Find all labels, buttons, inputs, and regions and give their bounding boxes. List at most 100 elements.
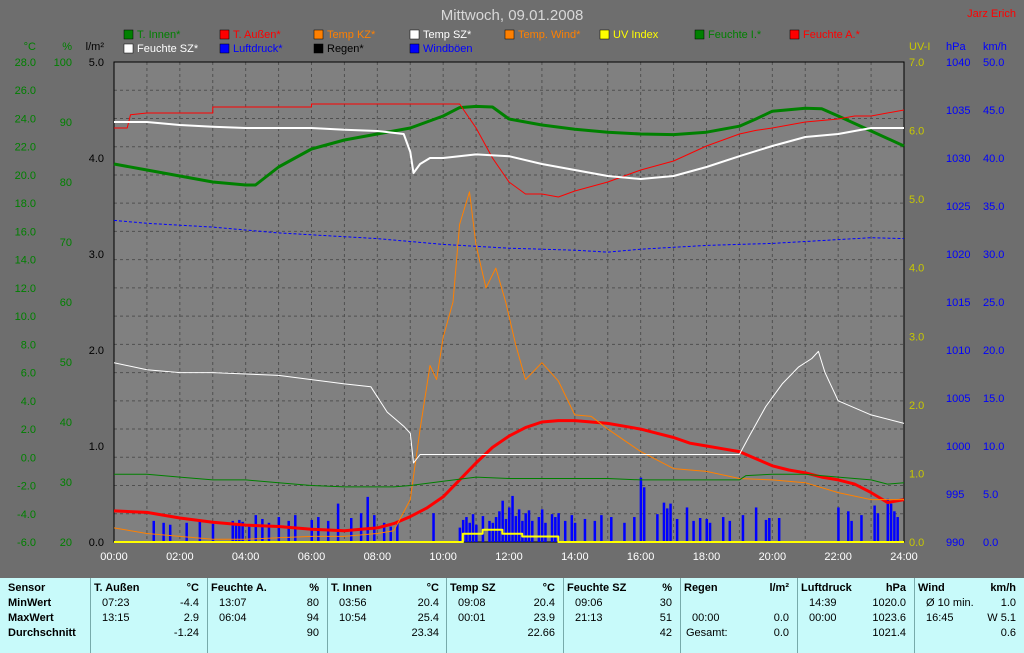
- wind-gust-bar: [685, 507, 689, 542]
- axis-tick-label: 45.0: [983, 105, 1004, 117]
- axis-tick-label: 15.0: [983, 393, 1004, 405]
- legend-label: Temp. Wind*: [518, 29, 581, 41]
- axis-tick-label: 1.0: [89, 441, 104, 453]
- wind-gust-bar: [777, 518, 781, 542]
- axis-tick-label: 10.0: [15, 311, 36, 323]
- wind-gust-bar: [511, 495, 514, 542]
- wind-gust-bar: [432, 513, 435, 542]
- wind-gust-bar: [593, 520, 597, 542]
- wind-gust-bar: [886, 498, 890, 542]
- wind-gust-bar: [639, 477, 643, 542]
- axis-tick-label: 4.0: [89, 153, 104, 165]
- axis-unit: km/h: [983, 41, 1007, 53]
- wind-gust-bar: [570, 515, 574, 542]
- axis-tick-label: 60: [60, 297, 72, 309]
- axis-tick-label: 100: [54, 57, 72, 69]
- wind-gust-bar: [458, 527, 462, 542]
- axis-tick-label: 2.0: [909, 400, 924, 412]
- legend-label: Regen*: [327, 43, 364, 55]
- wind-gust-bar: [488, 520, 491, 542]
- wind-gust-bar: [504, 518, 508, 542]
- axis-tick-label: 25.0: [983, 297, 1004, 309]
- axis-tick-label: 2.0: [89, 345, 104, 357]
- axis-tick-label: 3.0: [909, 331, 924, 343]
- wind-gust-bar: [468, 522, 471, 542]
- axis-unit: %: [62, 41, 72, 53]
- column-unit: l/m²: [769, 582, 789, 594]
- row-label: Durchschnitt: [8, 627, 76, 639]
- wind-gust-bar: [705, 518, 708, 542]
- wind-gust-bar: [675, 518, 679, 542]
- legend-label: Temp SZ*: [423, 29, 472, 41]
- axis-tick-label: 24.0: [15, 113, 36, 125]
- legend-label: Windböen: [423, 43, 473, 55]
- legend-swatch: [219, 29, 230, 40]
- axis-tick-label: 1025: [946, 201, 970, 213]
- wind-gust-bar: [692, 520, 695, 542]
- wind-gust-bar: [876, 513, 880, 542]
- axis-tick-label: 20: [60, 537, 72, 549]
- wind-gust-bar: [491, 522, 495, 542]
- wind-gust-bar: [741, 515, 745, 542]
- wind-gust-bar: [498, 511, 501, 542]
- max-value: 51: [659, 612, 672, 624]
- axis-tick-label: 1000: [946, 441, 970, 453]
- axis-tick-label: 2.0: [21, 424, 36, 436]
- axis-tick-label: 28.0: [15, 57, 36, 69]
- x-tick-label: 20:00: [759, 551, 787, 563]
- axis-tick-label: 20.0: [15, 170, 36, 182]
- wind-gust-bar: [610, 517, 613, 542]
- axis-tick-label: 6.0: [909, 126, 924, 138]
- wind-gust-bar: [860, 515, 863, 542]
- max-value: 25.4: [417, 612, 439, 624]
- axis-tick-label: 0.0: [89, 537, 104, 549]
- wind-gust-bar: [728, 520, 732, 542]
- min-value: -4.4: [180, 597, 199, 609]
- wind-gust-bar: [847, 511, 850, 542]
- min-value: 30: [659, 597, 672, 609]
- axis-unit: l/m²: [86, 41, 105, 53]
- axis-tick-label: 0.0: [909, 537, 924, 549]
- chart-title: Mittwoch, 09.01.2008: [441, 7, 584, 24]
- axis-tick-label: 8.0: [21, 339, 36, 351]
- axis-tick-label: -2.0: [17, 481, 36, 493]
- max-value: W 5.1: [987, 612, 1016, 624]
- avg-value: 1021.4: [872, 627, 906, 639]
- wind-gust-bar: [768, 518, 771, 542]
- wind-gust-bar: [837, 507, 840, 542]
- author-label: Jarz Erich: [967, 8, 1016, 20]
- x-tick-label: 12:00: [495, 551, 523, 563]
- axis-tick-label: 1035: [946, 105, 970, 117]
- axis-tick-label: 995: [946, 489, 964, 501]
- legend-swatch: [409, 43, 420, 54]
- axis-tick-label: 22.0: [15, 142, 36, 154]
- wind-gust-bar: [583, 518, 587, 542]
- wind-gust-bar: [708, 522, 712, 542]
- wind-gust-bar: [254, 515, 258, 542]
- axis-unit: UV-I: [909, 41, 930, 53]
- x-tick-label: 04:00: [232, 551, 260, 563]
- axis-tick-label: 990: [946, 537, 964, 549]
- min-value: 1020.0: [872, 597, 906, 609]
- avg-value: 0.0: [773, 627, 789, 639]
- axis-tick-label: 4.0: [21, 396, 36, 408]
- weather-chart: Mittwoch, 09.01.2008 Jarz Erich T. Innen…: [0, 0, 1024, 578]
- x-tick-label: 18:00: [693, 551, 721, 563]
- wind-gust-bar: [359, 513, 363, 542]
- axis-tick-label: 18.0: [15, 198, 36, 210]
- axis-tick-label: 1010: [946, 345, 970, 357]
- legend-label: Feuchte A.*: [803, 29, 861, 41]
- wind-gust-bar: [873, 505, 876, 542]
- wind-gust-bar: [198, 519, 202, 542]
- axis-tick-label: 35.0: [983, 201, 1004, 213]
- min-value: 1.0: [1000, 597, 1016, 609]
- row-label: Sensor: [8, 582, 46, 594]
- wind-gust-bar: [633, 517, 636, 542]
- axis-tick-label: 10.0: [983, 441, 1004, 453]
- axis-tick-label: 90: [60, 117, 72, 129]
- wind-gust-bar: [662, 502, 666, 542]
- wind-gust-bar: [389, 526, 392, 542]
- wind-gust-bar: [656, 514, 659, 542]
- legend-label: UV Index: [613, 29, 659, 41]
- wind-gust-bar: [501, 500, 504, 542]
